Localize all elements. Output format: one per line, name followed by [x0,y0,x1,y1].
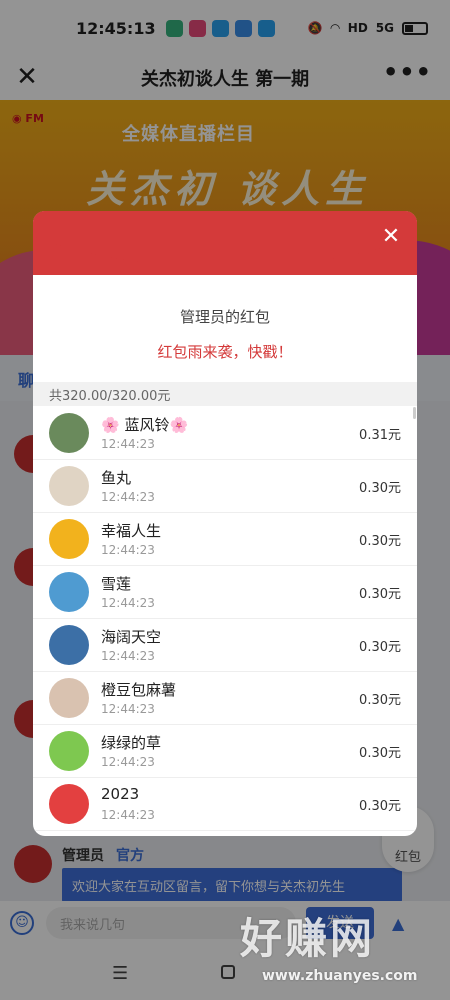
recipient-amount: 0.30元 [359,587,401,602]
recipient-row[interactable]: 海阔天空 12:44:23 0.30元 [33,619,417,672]
recipient-amount: 0.30元 [359,640,401,655]
recipient-amount: 0.30元 [359,746,401,761]
close-icon[interactable]: ✕ [379,225,403,249]
recipient-time: 12:44:23 [101,596,155,610]
recipient-time: 12:44:23 [101,490,155,504]
recipient-row[interactable]: 2023 12:44:23 0.30元 [33,778,417,831]
recipient-row[interactable]: 雪莲 12:44:23 0.30元 [33,566,417,619]
recipient-name: 🌸 蓝风铃🌸 [101,416,189,434]
recipient-time: 12:44:23 [101,808,155,822]
recipient-time: 12:44:23 [101,755,155,769]
avatar [49,784,89,824]
avatar [49,625,89,665]
avatar [49,466,89,506]
recipient-time: 12:44:23 [101,649,155,663]
recipient-amount: 0.30元 [359,481,401,496]
packet-sender: 管理员的红包 [179,308,270,326]
recipient-name: 橙豆包麻薯 [101,681,177,699]
recipient-row[interactable]: 橙豆包麻薯 12:44:23 0.30元 [33,672,417,725]
recipient-time: 12:44:23 [101,437,155,451]
red-packet-modal: ✕ 管理员的红包 红包雨来袭，快戳！ 共320.00/320.00元 🌸 蓝风铃… [33,211,417,836]
avatar [49,572,89,612]
avatar [49,519,89,559]
recipient-list[interactable]: 🌸 蓝风铃🌸 12:44:23 0.31元 鱼丸 12:44:23 0.30元 幸福人生 12… [33,407,417,831]
recipient-time: 12:44:23 [101,543,155,557]
scrollbar[interactable] [413,407,416,419]
recipient-name: 幸福人生 [101,522,162,540]
recipient-name: 绿绿的草 [101,734,162,752]
recipient-row[interactable]: 鱼丸 12:44:23 0.30元 [33,460,417,513]
avatar [49,678,89,718]
recipient-row[interactable]: 幸福人生 12:44:23 0.30元 [33,513,417,566]
recipient-name: 2023 [101,785,140,803]
recipient-name: 海阔天空 [101,628,162,646]
avatar [49,731,89,771]
recipient-amount: 0.31元 [359,428,401,443]
watermark: 好赚网 [240,914,376,963]
recipient-row[interactable]: 绿绿的草 12:44:23 0.30元 [33,725,417,778]
recipient-row[interactable]: 🌸 蓝风铃🌸 12:44:23 0.31元 [33,407,417,460]
packet-total: 共320.00/320.00元 [33,382,417,406]
avatar [49,413,89,453]
recipient-amount: 0.30元 [359,534,401,549]
recipient-name: 鱼丸 [101,469,132,487]
recipient-name: 雪莲 [101,575,132,593]
recipient-amount: 0.30元 [359,799,401,814]
packet-wish: 红包雨来袭，快戳！ [157,343,293,361]
watermark-url: www.zhuanyes.com [262,968,418,984]
recipient-amount: 0.30元 [359,693,401,708]
recipient-time: 12:44:23 [101,702,155,716]
